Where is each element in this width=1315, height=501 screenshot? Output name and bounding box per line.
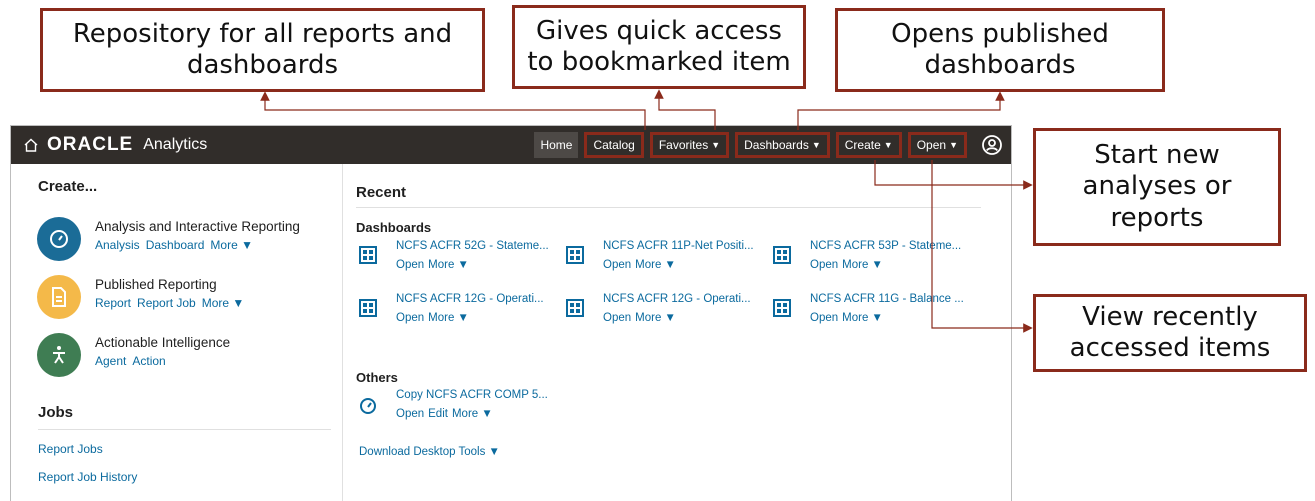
dashboard-title[interactable]: NCFS ACFR 11G - Balance ... bbox=[810, 293, 964, 305]
callout-favorites-text: Gives quick access to bookmarked item bbox=[527, 15, 791, 77]
gauge-icon[interactable] bbox=[37, 217, 81, 261]
nav-create[interactable]: Create ▼ bbox=[835, 132, 902, 158]
link-open[interactable]: Open bbox=[396, 312, 424, 324]
link-report-job[interactable]: Report Job bbox=[137, 296, 196, 310]
dashboard-title[interactable]: NCFS ACFR 12G - Operati... bbox=[396, 293, 544, 305]
left-panel: Create... Analysis and Interactive Repor… bbox=[11, 164, 343, 501]
others-title[interactable]: Copy NCFS ACFR COMP 5... bbox=[396, 389, 548, 401]
callout-dashboards-text: Opens published dashboards bbox=[891, 18, 1109, 80]
caret-down-icon: ▼ bbox=[711, 140, 721, 150]
link-agent[interactable]: Agent bbox=[95, 354, 126, 368]
divider bbox=[38, 429, 331, 430]
product-name: Analytics bbox=[143, 136, 208, 153]
callout-create: Start new analyses or reports bbox=[1033, 128, 1281, 246]
dashboard-grid-icon bbox=[566, 246, 584, 264]
link-report-job-history[interactable]: Report Job History bbox=[38, 470, 137, 484]
oracle-logo: ORACLE bbox=[47, 134, 134, 155]
link-report[interactable]: Report bbox=[95, 296, 131, 310]
nav-dashboards-label: Dashboards bbox=[744, 138, 809, 152]
link-open[interactable]: Open bbox=[396, 259, 424, 271]
create-item-actionable-intelligence: Actionable Intelligence Agent Action bbox=[37, 333, 337, 383]
others-item[interactable]: Copy NCFS ACFR COMP 5... Open Edit More ▼ bbox=[356, 389, 556, 429]
dashboard-title[interactable]: NCFS ACFR 11P-Net Positi... bbox=[603, 240, 754, 252]
link-more[interactable]: More ▼ bbox=[428, 312, 469, 324]
caret-down-icon: ▼ bbox=[883, 140, 893, 150]
create-item-published-reporting: Published Reporting Report Report Job More… bbox=[37, 275, 337, 325]
link-more[interactable]: More ▼ bbox=[210, 238, 253, 252]
dashboard-item[interactable]: NCFS ACFR 11G - Balance ... Open More ▼ bbox=[770, 293, 970, 333]
dashboard-title[interactable]: NCFS ACFR 52G - Stateme... bbox=[396, 240, 549, 252]
callout-open: View recently accessed items bbox=[1033, 294, 1307, 372]
download-desktop-tools-link[interactable]: Download Desktop Tools ▼ bbox=[359, 446, 500, 458]
agent-icon[interactable] bbox=[37, 333, 81, 377]
caret-down-icon: ▼ bbox=[811, 140, 821, 150]
nav-catalog-label: Catalog bbox=[593, 138, 635, 152]
link-open[interactable]: Open bbox=[396, 408, 424, 420]
gauge-icon bbox=[360, 398, 376, 414]
dashboard-title[interactable]: NCFS ACFR 53P - Stateme... bbox=[810, 240, 961, 252]
link-more[interactable]: More ▼ bbox=[428, 259, 469, 271]
create-item-title: Analysis and Interactive Reporting bbox=[95, 219, 300, 234]
link-open[interactable]: Open bbox=[603, 312, 631, 324]
create-item-title: Published Reporting bbox=[95, 277, 217, 292]
nav-home-label: Home bbox=[540, 138, 573, 152]
divider bbox=[356, 207, 981, 208]
nav-catalog[interactable]: Catalog bbox=[584, 132, 644, 158]
nav-open[interactable]: Open ▼ bbox=[907, 132, 967, 158]
create-heading: Create... bbox=[38, 178, 98, 195]
others-heading: Others bbox=[356, 370, 398, 385]
link-open[interactable]: Open bbox=[810, 312, 838, 324]
dashboard-title[interactable]: NCFS ACFR 12G - Operati... bbox=[603, 293, 751, 305]
callout-create-text: Start new analyses or reports bbox=[1082, 140, 1232, 233]
link-more[interactable]: More ▼ bbox=[842, 259, 883, 271]
nav-favorites-label: Favorites bbox=[658, 138, 709, 152]
home-icon[interactable] bbox=[23, 137, 39, 153]
callout-dashboards: Opens published dashboards bbox=[835, 8, 1165, 92]
user-icon[interactable] bbox=[981, 134, 1003, 156]
link-action[interactable]: Action bbox=[132, 354, 165, 368]
dashboard-item[interactable]: NCFS ACFR 11P-Net Positi... Open More ▼ bbox=[563, 240, 763, 280]
dashboard-grid-icon bbox=[359, 246, 377, 264]
dashboard-item[interactable]: NCFS ACFR 52G - Stateme... Open More ▼ bbox=[356, 240, 556, 280]
caret-down-icon: ▼ bbox=[949, 140, 958, 150]
nav-home[interactable]: Home bbox=[534, 132, 579, 158]
link-more[interactable]: More ▼ bbox=[635, 312, 676, 324]
link-more[interactable]: More ▼ bbox=[452, 408, 493, 420]
nav-favorites[interactable]: Favorites ▼ bbox=[649, 132, 730, 158]
link-more[interactable]: More ▼ bbox=[635, 259, 676, 271]
dashboards-heading: Dashboards bbox=[356, 220, 432, 235]
callout-favorites: Gives quick access to bookmarked item bbox=[512, 5, 806, 89]
nav-dashboards[interactable]: Dashboards ▼ bbox=[735, 132, 830, 158]
dashboard-grid-icon bbox=[773, 299, 791, 317]
top-bar: ORACLE Analytics Home Catalog Favorites ▼… bbox=[11, 126, 1011, 164]
document-icon[interactable] bbox=[37, 275, 81, 319]
nav-open-label: Open bbox=[916, 138, 947, 152]
link-analysis[interactable]: Analysis bbox=[95, 238, 140, 252]
dashboard-item[interactable]: NCFS ACFR 12G - Operati... Open More ▼ bbox=[563, 293, 763, 333]
link-open[interactable]: Open bbox=[603, 259, 631, 271]
recent-heading: Recent bbox=[356, 184, 407, 201]
main-nav: Home Catalog Favorites ▼ Dashboards ▼ Crea… bbox=[534, 132, 1003, 158]
nav-create-label: Create bbox=[844, 138, 881, 152]
link-report-jobs[interactable]: Report Jobs bbox=[38, 442, 103, 456]
dashboard-grid-icon bbox=[566, 299, 584, 317]
link-dashboard[interactable]: Dashboard bbox=[146, 238, 205, 252]
link-more[interactable]: More ▼ bbox=[202, 296, 245, 310]
dashboard-grid-icon bbox=[773, 246, 791, 264]
link-edit[interactable]: Edit bbox=[428, 408, 448, 420]
callout-catalog-text: Repository for all reports and dashboard… bbox=[72, 18, 453, 80]
jobs-heading: Jobs bbox=[38, 404, 74, 421]
dashboard-item[interactable]: NCFS ACFR 12G - Operati... Open More ▼ bbox=[356, 293, 556, 333]
link-open[interactable]: Open bbox=[810, 259, 838, 271]
create-item-title: Actionable Intelligence bbox=[95, 335, 231, 350]
callout-catalog: Repository for all reports and dashboard… bbox=[40, 8, 485, 92]
link-more[interactable]: More ▼ bbox=[842, 312, 883, 324]
callout-open-text: View recently accessed items bbox=[1069, 301, 1271, 363]
dashboard-grid-icon bbox=[359, 299, 377, 317]
create-item-analysis: Analysis and Interactive Reporting Analy… bbox=[37, 217, 337, 267]
recent-panel: Recent Dashboards NCFS ACFR 52G - Statem… bbox=[356, 164, 1011, 501]
dashboard-item[interactable]: NCFS ACFR 53P - Stateme... Open More ▼ bbox=[770, 240, 970, 280]
app-window: ORACLE Analytics Home Catalog Favorites ▼… bbox=[10, 125, 1012, 501]
